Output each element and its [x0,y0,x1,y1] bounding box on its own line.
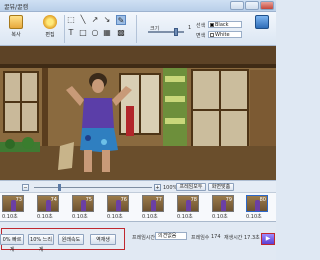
preview-canvas[interactable] [0,46,276,180]
line-icon[interactable]: ╲ [78,15,88,25]
frame-duration: 0.10초 [142,214,158,220]
frame-thumbnail: 74 [37,195,59,212]
rectangle-icon[interactable]: □ [78,28,88,38]
play-time-label: 재생시간 [224,235,243,241]
frame-thumbnail: 76 [107,195,129,212]
frame-thumbnail: 80 [246,195,268,212]
frame-thumbnail: 79 [212,195,234,212]
zoom-in-button[interactable]: + [154,184,161,191]
black-swatch-icon [210,23,214,27]
faster-button[interactable]: 0% 빠르게 [0,234,24,253]
size-slider[interactable] [148,28,184,36]
minimize-button[interactable] [230,1,244,10]
fill-color-label: 면색 [196,33,206,39]
frame-duration: 0.10초 [37,214,53,220]
frame-count-value: 174 [211,234,221,240]
zoom-slider[interactable] [34,184,152,191]
save-button[interactable] [252,15,272,43]
slower-button[interactable]: 10% 느리게 [28,234,54,253]
fit-screen-button[interactable]: 화면맞춤 [208,183,234,191]
text-icon[interactable]: T [66,28,76,38]
speed-controls-highlight: 0% 빠르게 10% 느리게 원래속도 역재생 [0,228,125,253]
frame-number: 74 [50,197,57,203]
frame-item[interactable]: 75 0.10초 [72,195,105,221]
tool-palette: ⬚ ╲ ↗ ↘ ✎ T □ ○ ▦ ▩ [66,15,134,43]
line-color-select[interactable]: Black [208,21,242,28]
edit-icon [43,15,57,29]
frame-duration: 0.10초 [72,214,88,220]
show-all-frames-button[interactable]: 프레임모두 [176,183,206,191]
mosaic-icon[interactable]: ▩ [116,28,126,38]
play-icon: ▶ [265,235,271,242]
frame-number: 75 [85,197,92,203]
play-time-value: 17.3초 [244,235,260,241]
copy-icon [9,15,23,29]
frame-number: 73 [15,197,22,203]
size-slider-thumb[interactable] [174,28,178,36]
arrow-icon[interactable]: ↗ [90,15,100,25]
bottom-panel: 0% 빠르게 10% 느리게 원래속도 역재생 프레임시간 의견없음 프레임수 … [0,222,276,260]
frame-number: 79 [225,197,232,203]
preview-image [0,46,276,180]
frame-number: 78 [190,197,197,203]
copy-button[interactable]: 복사 [4,15,28,43]
zoom-slider-thumb[interactable] [58,184,61,191]
original-speed-button[interactable]: 원래속도 [58,234,84,245]
size-value: 1 [188,25,192,31]
frame-number: 80 [259,197,266,203]
diagonal-arrow-icon[interactable]: ↘ [102,15,112,25]
frame-number: 77 [155,197,162,203]
toolbar: 복사 편집 ⬚ ╲ ↗ ↘ ✎ T □ ○ ▦ ▩ 크기 1 선색 Black [0,12,276,46]
edit-button-label: 편집 [45,32,55,38]
frame-duration: 0.10초 [177,214,193,220]
frame-thumbnail: 78 [177,195,199,212]
frame-item[interactable]: 78 0.10초 [177,195,210,221]
edit-button[interactable]: 편집 [38,15,62,43]
frame-time-value: 의견없음 [158,233,177,239]
toolbar-separator [64,15,65,43]
ellipse-icon[interactable]: ○ [90,28,100,38]
frame-duration: 0.10초 [212,214,228,220]
white-swatch-icon [210,33,214,37]
pencil-icon[interactable]: ✎ [116,15,126,25]
toolbar-separator [136,15,137,43]
copy-button-label: 복사 [11,32,21,38]
select-icon[interactable]: ⬚ [66,15,76,25]
close-button[interactable] [260,1,274,10]
maximize-button[interactable] [245,1,259,10]
window-title: 꿀뷰/꿀캠 [4,4,29,11]
brush-icon[interactable]: ▦ [102,28,112,38]
frame-count-label: 프레임수 [191,235,210,241]
frame-filmstrip[interactable]: 73 0.10초 74 0.10초 75 0.10초 76 0.10초 77 0… [0,192,276,222]
fill-color-select[interactable]: White [208,31,242,38]
title-bar: 꿀뷰/꿀캠 [0,0,276,12]
save-icon [255,15,269,29]
frame-duration: 0.10초 [246,214,262,220]
frame-item[interactable]: 77 0.10초 [142,195,175,221]
line-color-label: 선색 [196,23,206,29]
app-window: 꿀뷰/꿀캠 복사 편집 ⬚ ╲ ↗ ↘ ✎ T □ ○ ▦ ▩ 크기 1 선색 … [0,0,276,260]
reverse-play-button[interactable]: 역재생 [90,234,116,245]
frame-item[interactable]: 73 0.10초 [2,195,35,221]
frame-thumbnail: 77 [142,195,164,212]
fill-color-value: White [215,32,230,38]
frame-thumbnail: 75 [72,195,94,212]
zoom-out-button[interactable]: − [22,184,29,191]
frame-item-selected[interactable]: 80 0.10초 [246,195,276,221]
play-button[interactable]: ▶ [261,233,275,245]
frame-number: 76 [120,197,127,203]
frame-time-label: 프레임시간 [132,235,156,241]
frame-item[interactable]: 74 0.10초 [37,195,70,221]
line-color-value: Black [215,22,229,28]
frame-item[interactable]: 79 0.10초 [212,195,245,221]
frame-thumbnail: 73 [2,195,24,212]
frame-duration: 0.10초 [2,214,18,220]
frame-time-select[interactable]: 의견없음 [155,232,187,240]
timeline-controls: − + 100% 프레임모두 화면맞춤 [0,180,276,192]
frame-duration: 0.10초 [107,214,123,220]
frame-item[interactable]: 76 0.10초 [107,195,140,221]
